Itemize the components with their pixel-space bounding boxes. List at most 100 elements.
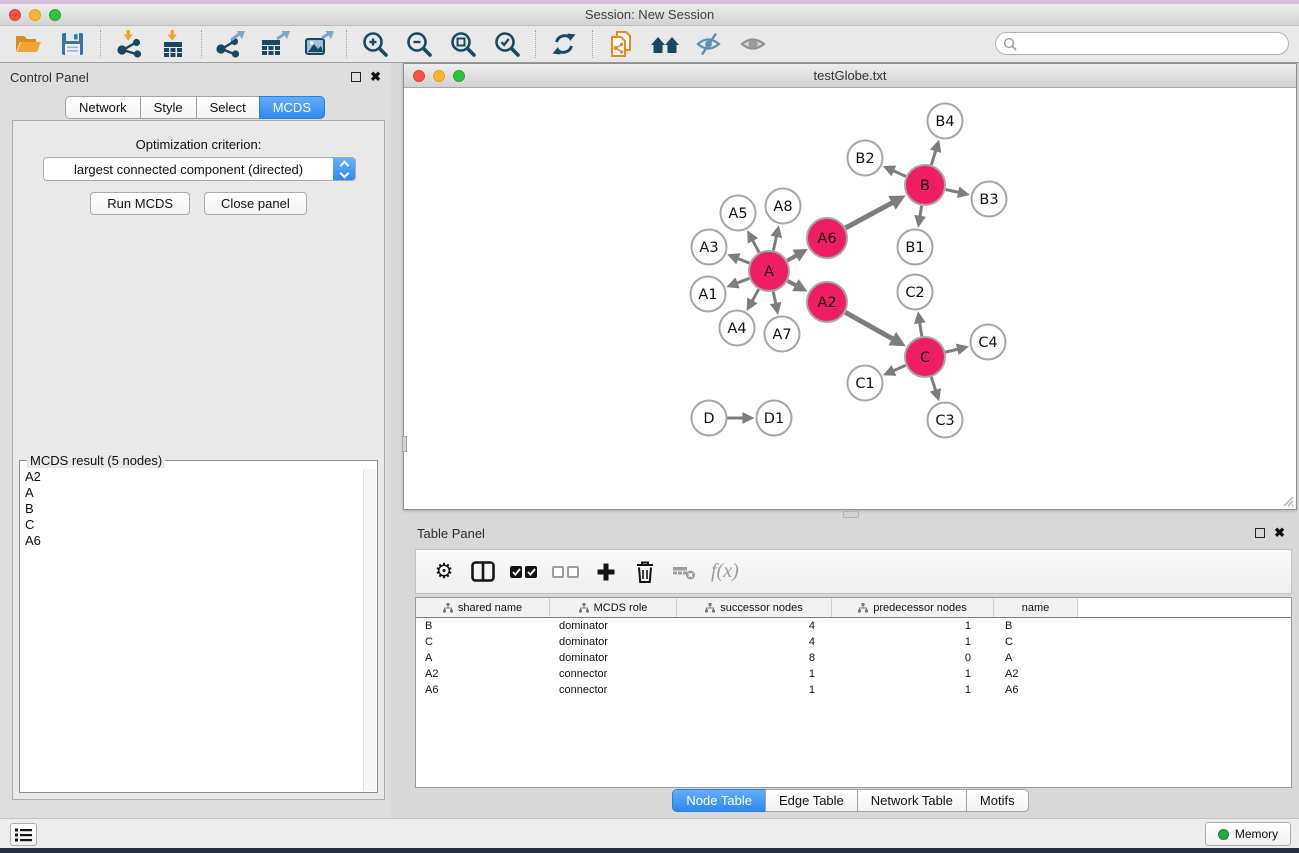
gear-icon: ⚙ xyxy=(435,561,454,583)
table-cell: 1 xyxy=(832,684,994,696)
graph-edge[interactable] xyxy=(736,258,749,263)
import-network-icon xyxy=(114,30,144,58)
show-panel-button[interactable] xyxy=(731,28,775,60)
mcds-result-scrollbar[interactable] xyxy=(363,469,376,791)
graph-edge[interactable] xyxy=(752,239,759,252)
network-graph[interactable]: B4B2BB3A5A8A6B1A3AA1C2A2A4A7C4CC1C3DD1 xyxy=(404,89,1296,509)
zoom-out-button[interactable] xyxy=(397,28,441,60)
graph-edge[interactable] xyxy=(920,321,922,336)
mcds-result-item[interactable]: A6 xyxy=(21,533,362,549)
task-history-button[interactable] xyxy=(10,823,37,846)
tab-style[interactable]: Style xyxy=(140,96,197,119)
close-panel-icon[interactable]: ✖ xyxy=(370,72,381,82)
table-settings-button[interactable]: ⚙ xyxy=(432,558,456,586)
delete-column-button[interactable] xyxy=(633,558,657,586)
table-cell: dominator xyxy=(550,636,677,648)
graph-edge[interactable] xyxy=(946,189,961,192)
open-session-button[interactable] xyxy=(6,28,50,60)
criterion-select[interactable]: largest connected component (directed) xyxy=(43,157,356,181)
hide-panels-button[interactable] xyxy=(687,28,731,60)
export-network-button[interactable] xyxy=(208,28,252,60)
mcds-result-title: MCDS result (5 nodes) xyxy=(27,453,165,468)
zoom-in-button[interactable] xyxy=(353,28,397,60)
mcds-result-list[interactable]: A2ABCA6 xyxy=(21,469,362,791)
zoom-selected-icon xyxy=(492,30,522,58)
table-row[interactable]: Cdominator41C xyxy=(416,634,1291,650)
save-session-button[interactable] xyxy=(50,28,94,60)
table-row[interactable]: A6connector11A6 xyxy=(416,682,1291,698)
create-column-button[interactable] xyxy=(594,558,618,586)
graph-edge[interactable] xyxy=(892,365,906,371)
table-cell: B xyxy=(994,620,1078,632)
table-row[interactable]: Bdominator41B xyxy=(416,618,1291,634)
run-mcds-button[interactable]: Run MCDS xyxy=(90,192,190,215)
export-table-button[interactable] xyxy=(252,28,296,60)
search-input[interactable] xyxy=(995,32,1289,55)
table-row[interactable]: A2connector11A2 xyxy=(416,666,1291,682)
eye-icon xyxy=(738,31,768,57)
float-panel-icon[interactable] xyxy=(351,72,361,82)
import-table-button[interactable] xyxy=(151,28,195,60)
zoom-fit-button[interactable] xyxy=(441,28,485,60)
memory-button[interactable]: Memory xyxy=(1205,822,1291,846)
table-panel-mode-button[interactable] xyxy=(471,558,495,586)
close-table-panel-icon[interactable]: ✖ xyxy=(1274,528,1285,538)
clone-network-button[interactable] xyxy=(599,28,643,60)
close-panel-button[interactable]: Close panel xyxy=(204,192,307,215)
search-icon xyxy=(1003,37,1017,51)
graph-edge[interactable] xyxy=(931,377,936,392)
table-cell: A xyxy=(416,652,550,664)
graph-edge[interactable] xyxy=(751,289,758,302)
import-network-button[interactable] xyxy=(107,28,151,60)
graph-edge[interactable] xyxy=(773,292,776,305)
table-cell: A6 xyxy=(994,684,1078,696)
column-header-successor-nodes[interactable]: successor nodes xyxy=(677,598,832,617)
graph-edge[interactable] xyxy=(773,235,776,251)
graph-node-label: A5 xyxy=(728,206,747,222)
export-image-button[interactable] xyxy=(296,28,340,60)
network-window-titlebar[interactable]: testGlobe.txt xyxy=(404,64,1296,88)
resize-grip-icon[interactable] xyxy=(1282,495,1294,507)
column-header-predecessor-nodes[interactable]: predecessor nodes xyxy=(832,598,994,617)
panel-splitter-handle[interactable] xyxy=(843,511,859,518)
window-edge-handle[interactable] xyxy=(402,436,407,452)
column-header-name[interactable]: name xyxy=(994,598,1078,617)
column-header-mcds-role[interactable]: MCDS role xyxy=(550,598,677,617)
graph-edge[interactable] xyxy=(931,149,936,165)
graph-node-label: A1 xyxy=(698,287,717,303)
table-cell: A6 xyxy=(416,684,550,696)
tab-network-table[interactable]: Network Table xyxy=(857,789,967,812)
mcds-result-item[interactable]: A2 xyxy=(21,469,362,485)
tab-network[interactable]: Network xyxy=(65,96,141,119)
column-header-shared-name[interactable]: shared name xyxy=(416,598,550,617)
eye-slash-icon xyxy=(694,31,724,57)
deselect-all-columns-button[interactable] xyxy=(552,558,579,586)
function-builder-button[interactable]: f(x) xyxy=(711,558,739,586)
select-all-columns-button[interactable] xyxy=(510,558,537,586)
mcds-result-item[interactable]: C xyxy=(21,517,362,533)
tab-edge-table[interactable]: Edge Table xyxy=(765,789,858,812)
tab-select[interactable]: Select xyxy=(196,96,260,119)
tab-motifs[interactable]: Motifs xyxy=(966,789,1029,812)
home-layout-button[interactable] xyxy=(643,28,687,60)
graph-edge[interactable] xyxy=(845,312,894,339)
mcds-result-item[interactable]: A xyxy=(21,485,362,501)
refresh-icon xyxy=(550,30,578,58)
network-canvas[interactable]: B4B2BB3A5A8A6B1A3AA1C2A2A4A7C4CC1C3DD1 xyxy=(404,89,1296,509)
tab-node-table[interactable]: Node Table xyxy=(672,789,766,812)
edge-arrowhead xyxy=(914,311,926,324)
graph-edge[interactable] xyxy=(892,170,906,176)
optimization-criterion-label: Optimization criterion: xyxy=(13,137,384,152)
graph-edge[interactable] xyxy=(736,278,750,283)
tab-mcds[interactable]: MCDS xyxy=(259,96,325,119)
mcds-result-box: MCDS result (5 nodes) A2ABCA6 xyxy=(19,460,378,793)
float-table-panel-icon[interactable] xyxy=(1255,528,1265,538)
table-row[interactable]: Adominator80A xyxy=(416,650,1291,666)
mcds-result-item[interactable]: B xyxy=(21,501,362,517)
table-panel-tabs: Node TableEdge TableNetwork TableMotifs xyxy=(403,789,1299,812)
graph-edge[interactable] xyxy=(945,349,959,352)
zoom-selected-button[interactable] xyxy=(485,28,529,60)
graph-edge[interactable] xyxy=(845,202,893,228)
delete-table-button[interactable] xyxy=(672,558,696,586)
refresh-layout-button[interactable] xyxy=(542,28,586,60)
